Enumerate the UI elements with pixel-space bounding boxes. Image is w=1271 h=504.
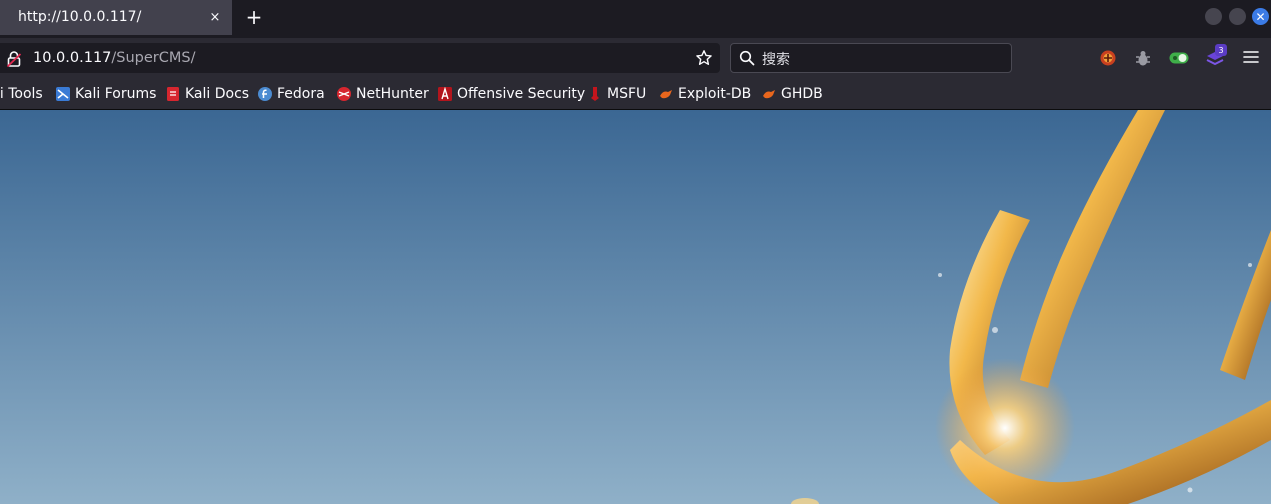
bookmark-label: Exploit-DB — [678, 86, 752, 102]
exploit-db-icon — [660, 90, 672, 99]
trident-background-image — [0, 110, 1271, 504]
bookmark-offensive-security[interactable]: Offensive Security — [438, 84, 585, 104]
extension-bug-icon[interactable] — [1133, 48, 1153, 68]
bookmark-msfu[interactable]: MSFU — [588, 84, 646, 104]
navigation-toolbar: 10.0.0.117/SuperCMS/ 搜索 3 — [0, 38, 1271, 78]
fedora-icon — [258, 87, 272, 101]
window-maximize-button[interactable] — [1229, 8, 1246, 25]
search-placeholder: 搜索 — [762, 52, 790, 68]
bookmark-label: Kali Forums — [75, 86, 157, 102]
msfu-icon — [591, 87, 599, 101]
window-close-button[interactable]: ✕ — [1252, 8, 1269, 25]
extension-badge-count: 3 — [1215, 44, 1227, 56]
page-content — [0, 110, 1271, 504]
search-icon — [739, 50, 755, 66]
bookmark-label: MSFU — [607, 86, 647, 102]
bookmarks-toolbar: li Tools Kali Forums Kali Docs Fedora Ne… — [0, 78, 1271, 110]
tab-close-icon[interactable]: × — [205, 7, 225, 27]
tab-active[interactable]: http://10.0.0.117/ × — [0, 0, 232, 35]
bookmark-label: Fedora — [277, 86, 325, 102]
bookmark-fedora[interactable]: Fedora — [258, 84, 325, 104]
bookmark-label: li Tools — [0, 86, 43, 102]
nethunter-icon — [337, 87, 351, 101]
bookmark-kali-docs[interactable]: Kali Docs — [166, 84, 249, 104]
bookmark-label: Offensive Security — [457, 86, 586, 102]
bookmark-label: NetHunter — [356, 86, 429, 102]
kali-forums-icon — [56, 87, 70, 101]
bookmark-label: GHDB — [781, 86, 823, 102]
bookmark-exploit-db[interactable]: Exploit-DB — [659, 84, 751, 104]
url-bar[interactable]: 10.0.0.117/SuperCMS/ — [0, 43, 720, 73]
bookmark-label: Kali Docs — [185, 86, 250, 102]
bookmark-ghdb[interactable]: GHDB — [762, 84, 823, 104]
url-text[interactable]: 10.0.0.117/SuperCMS/ — [33, 50, 196, 66]
url-host: 10.0.0.117 — [33, 50, 112, 66]
url-path: /SuperCMS/ — [111, 50, 196, 66]
tab-strip: http://10.0.0.117/ × + ✕ — [0, 0, 1271, 35]
window-minimize-button[interactable] — [1205, 8, 1222, 25]
extension-toggle-icon[interactable] — [1169, 48, 1189, 68]
new-tab-button[interactable]: + — [243, 6, 265, 28]
extension-hackbar-icon[interactable] — [1098, 48, 1118, 68]
bookmark-star-icon[interactable] — [695, 49, 713, 67]
kali-docs-icon — [167, 87, 179, 101]
tab-title: http://10.0.0.117/ — [18, 9, 142, 25]
bookmark-kali-forums[interactable]: Kali Forums — [56, 84, 156, 104]
insecure-lock-icon[interactable] — [7, 51, 21, 67]
offsec-icon — [438, 87, 452, 101]
ghdb-icon — [763, 90, 775, 99]
search-bar[interactable]: 搜索 — [730, 43, 1012, 73]
bookmark-kali-tools[interactable]: li Tools — [0, 84, 43, 104]
hamburger-menu-icon[interactable] — [1243, 50, 1259, 64]
bookmark-nethunter[interactable]: NetHunter — [337, 84, 429, 104]
